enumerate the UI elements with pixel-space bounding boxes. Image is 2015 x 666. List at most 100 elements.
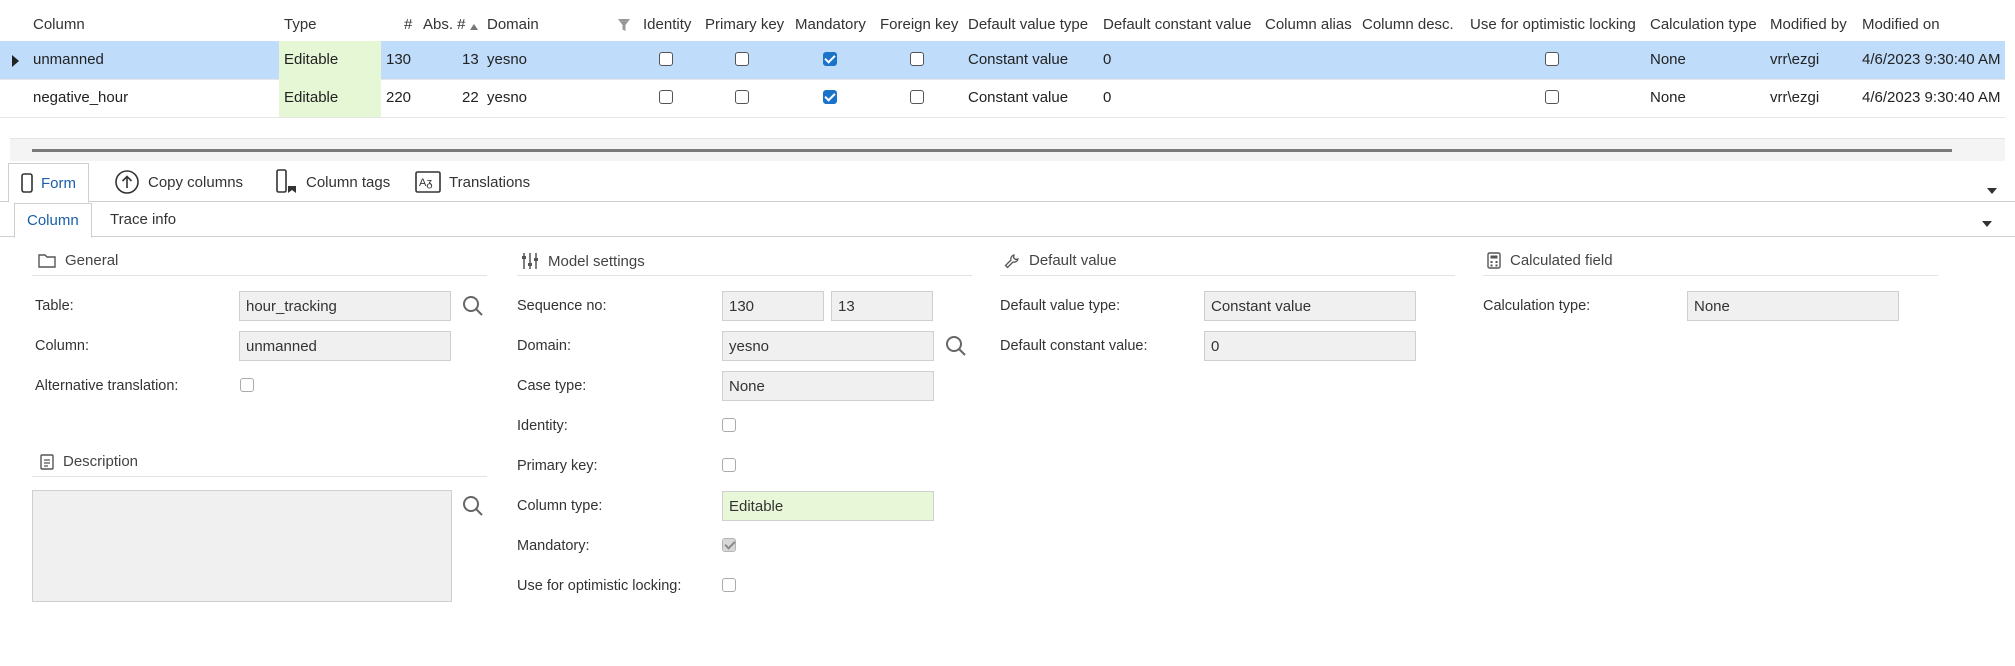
abs-sequence-field[interactable]: 13 (831, 291, 933, 321)
subtab-column[interactable]: Column (14, 203, 92, 238)
sequence-field[interactable]: 130 (722, 291, 824, 321)
section-divider (32, 275, 487, 276)
scrollbar-thumb[interactable] (32, 149, 1952, 152)
col-header-type[interactable]: Type (284, 16, 317, 33)
table-search-icon[interactable] (462, 295, 484, 317)
identity-field-checkbox[interactable] (722, 418, 736, 432)
col-header-column[interactable]: Column (33, 16, 85, 33)
default-value-type-field[interactable]: Constant value (1204, 291, 1416, 321)
translate-icon: Aᵹ (415, 171, 441, 193)
row-indicator-icon (12, 55, 19, 67)
col-header-mandatory[interactable]: Mandatory (795, 16, 866, 33)
section-divider (32, 476, 487, 477)
subtabs: Column Trace info (0, 203, 2015, 238)
col-header-column-desc[interactable]: Column desc. (1362, 16, 1454, 33)
optimistic-locking-checkbox[interactable] (1545, 52, 1559, 66)
domain-field[interactable]: yesno (722, 331, 934, 361)
form-icon (21, 173, 33, 193)
sequence-label: Sequence no: (517, 298, 607, 314)
cell-column: unmanned (33, 51, 104, 68)
cell-type: Editable (279, 79, 381, 117)
primary-key-checkbox[interactable] (735, 90, 749, 104)
table-field[interactable]: hour_tracking (239, 291, 451, 321)
grid-header: Column Type # Abs. # Domain Identity Pri… (0, 9, 2015, 39)
default-constant-value-field[interactable]: 0 (1204, 331, 1416, 361)
col-header-abs[interactable]: Abs. # (423, 16, 466, 33)
optimistic-locking-checkbox[interactable] (1545, 90, 1559, 104)
alt-translation-label: Alternative translation: (35, 378, 179, 394)
cell-modified-by: vrr\ezgi (1770, 51, 1820, 68)
col-header-column-alias[interactable]: Column alias (1265, 16, 1352, 33)
calculator-icon (1487, 252, 1501, 269)
primary-key-checkbox[interactable] (735, 52, 749, 66)
primary-key-label: Primary key: (517, 458, 598, 474)
description-textarea[interactable] (32, 490, 452, 602)
identity-checkbox[interactable] (659, 90, 673, 104)
col-header-optimistic-locking[interactable]: Use for optimistic locking (1470, 16, 1636, 33)
col-header-primary-key[interactable]: Primary key (705, 16, 784, 33)
default-value-type-label: Default value type: (1000, 298, 1121, 314)
alt-translation-checkbox[interactable] (240, 378, 254, 392)
primary-key-field-checkbox[interactable] (722, 458, 736, 472)
section-model-settings: Model settings (521, 252, 645, 270)
calculation-type-field[interactable]: None (1687, 291, 1899, 321)
cell-seq: 220 (386, 89, 412, 106)
cell-seq: 130 (386, 51, 412, 68)
cell-modified-on: 4/6/2023 9:30:40 AM (1862, 51, 2001, 68)
cell-calculation-type: None (1650, 89, 1686, 106)
cell-domain: yesno (487, 51, 528, 68)
table-row[interactable]: negative_hour Editable 220 22 yesno Cons… (0, 79, 2005, 118)
col-header-calculation-type[interactable]: Calculation type (1650, 16, 1757, 33)
subtab-trace-info[interactable]: Trace info (98, 203, 188, 236)
column-type-field[interactable]: Editable (722, 491, 934, 521)
col-header-default-value-type[interactable]: Default value type (968, 16, 1088, 33)
col-header-seq[interactable]: # (404, 16, 412, 33)
col-header-identity[interactable]: Identity (643, 16, 691, 33)
cell-default-value-type: Constant value (968, 89, 1069, 106)
mandatory-checkbox[interactable] (823, 90, 837, 104)
optimistic-locking-field-checkbox[interactable] (722, 578, 736, 592)
col-header-modified-on[interactable]: Modified on (1862, 16, 1940, 33)
tab-column-tags[interactable]: Column tags (276, 163, 390, 201)
mandatory-field-checkbox[interactable] (722, 538, 736, 552)
svg-text:Aᵹ: Aᵹ (419, 177, 432, 189)
sort-asc-icon (470, 24, 478, 30)
wrench-icon (1004, 253, 1019, 268)
foreign-key-checkbox[interactable] (910, 90, 924, 104)
tabs-collapse-chevron-icon[interactable] (1987, 188, 1997, 194)
filter-icon[interactable] (618, 19, 630, 32)
cell-type: Editable (279, 41, 381, 79)
description-search-icon[interactable] (462, 495, 484, 517)
tab-copy-columns[interactable]: Copy columns (114, 163, 243, 201)
domain-search-icon[interactable] (945, 335, 967, 357)
table-label: Table: (35, 298, 74, 314)
subtabs-collapse-chevron-icon[interactable] (1982, 221, 1992, 227)
cell-column: negative_hour (33, 89, 129, 106)
column-label: Column: (35, 338, 89, 354)
cell-abs: 22 (462, 89, 479, 106)
horizontal-scrollbar[interactable] (10, 138, 2005, 161)
cell-modified-by: vrr\ezgi (1770, 89, 1820, 106)
col-header-modified-by[interactable]: Modified by (1770, 16, 1847, 33)
detail-tabs: Form Copy columns Column tags Aᵹ Transla… (0, 163, 2015, 203)
column-field[interactable]: unmanned (239, 331, 451, 361)
default-constant-value-label: Default constant value: (1000, 338, 1148, 354)
col-header-default-constant-value[interactable]: Default constant value (1103, 16, 1251, 33)
col-header-domain[interactable]: Domain (487, 16, 539, 33)
cell-calculation-type: None (1650, 51, 1686, 68)
identity-checkbox[interactable] (659, 52, 673, 66)
tab-translations[interactable]: Aᵹ Translations (415, 163, 530, 201)
mandatory-checkbox[interactable] (823, 52, 837, 66)
foreign-key-checkbox[interactable] (910, 52, 924, 66)
document-icon (40, 453, 54, 470)
column-tag-icon (276, 169, 296, 193)
cell-default-constant-value: 0 (1103, 51, 1112, 68)
cell-default-value-type: Constant value (968, 51, 1069, 68)
table-row[interactable]: unmanned Editable 130 13 yesno Constant … (0, 41, 2005, 80)
section-calculated-field: Calculated field (1487, 252, 1613, 269)
col-header-foreign-key[interactable]: Foreign key (880, 16, 958, 33)
case-type-field[interactable]: None (722, 371, 934, 401)
calculation-type-label: Calculation type: (1483, 298, 1591, 314)
identity-label: Identity: (517, 418, 568, 434)
tab-form[interactable]: Form (8, 163, 89, 203)
